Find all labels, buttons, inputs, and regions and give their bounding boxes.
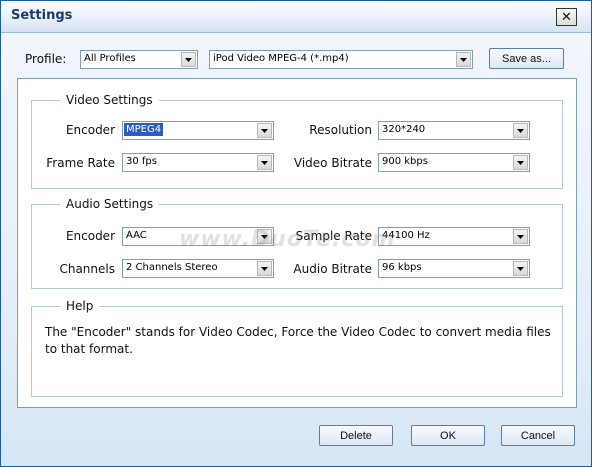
audio-bitrate-label: Audio Bitrate xyxy=(293,262,372,276)
resolution-select[interactable]: 320*240 xyxy=(378,121,530,140)
chevron-down-icon[interactable] xyxy=(456,52,471,67)
audio-encoder-label: Encoder xyxy=(65,229,115,243)
chevron-down-icon[interactable] xyxy=(513,261,528,276)
video-bitrate-label: Video Bitrate xyxy=(293,156,372,170)
chevron-down-icon[interactable] xyxy=(513,123,528,138)
video-settings-legend: Video Settings xyxy=(66,93,153,107)
video-encoder-select[interactable]: MPEG4 xyxy=(122,121,274,140)
help-legend: Help xyxy=(66,299,94,313)
audio-encoder-value: AAC xyxy=(126,230,147,241)
chevron-down-icon[interactable] xyxy=(181,52,196,67)
chevron-down-icon[interactable] xyxy=(257,123,272,138)
delete-button[interactable]: Delete xyxy=(319,425,393,446)
profile-category-select[interactable]: All Profiles xyxy=(80,50,198,69)
video-bitrate-select[interactable]: 900 kbps xyxy=(378,153,530,172)
channels-select[interactable]: 2 Channels Stereo xyxy=(122,259,274,278)
video-bitrate-value: 900 kbps xyxy=(382,156,428,167)
settings-window: Settings ✕ Profile: All Profiles iPod Vi… xyxy=(0,0,592,467)
profile-format-select[interactable]: iPod Video MPEG-4 (*.mp4) xyxy=(209,50,473,69)
chevron-down-icon[interactable] xyxy=(257,155,272,170)
frame-rate-select[interactable]: 30 fps xyxy=(122,153,274,172)
profile-format-value: iPod Video MPEG-4 (*.mp4) xyxy=(213,53,349,64)
resolution-label: Resolution xyxy=(309,123,372,137)
close-icon: ✕ xyxy=(561,9,572,25)
help-text: The "Encoder" stands for Video Codec, Fo… xyxy=(45,325,551,356)
channels-value: 2 Channels Stereo xyxy=(126,262,218,273)
chevron-down-icon[interactable] xyxy=(513,155,528,170)
save-as-button[interactable]: Save as... xyxy=(489,48,564,69)
audio-bitrate-select[interactable]: 96 kbps xyxy=(378,259,530,278)
window-title: Settings xyxy=(11,8,73,23)
profile-category-value: All Profiles xyxy=(84,53,136,64)
resolution-value: 320*240 xyxy=(382,124,426,135)
watermark: www.DuoTe.com xyxy=(179,227,396,252)
frame-rate-value: 30 fps xyxy=(126,156,157,167)
close-button[interactable]: ✕ xyxy=(556,8,577,26)
profile-label: Profile: xyxy=(25,52,67,66)
cancel-button[interactable]: Cancel xyxy=(501,425,575,446)
audio-bitrate-value: 96 kbps xyxy=(382,262,422,273)
chevron-down-icon[interactable] xyxy=(257,261,272,276)
frame-rate-label: Frame Rate xyxy=(46,156,115,170)
channels-label: Channels xyxy=(59,262,115,276)
video-encoder-label: Encoder xyxy=(65,123,115,137)
ok-button[interactable]: OK xyxy=(411,425,485,446)
audio-settings-legend: Audio Settings xyxy=(66,197,154,211)
video-encoder-value: MPEG4 xyxy=(124,123,164,136)
title-bar[interactable]: Settings ✕ xyxy=(1,1,591,33)
sample-rate-select[interactable]: 44100 Hz xyxy=(378,227,530,246)
video-settings-group: Video Settings xyxy=(31,93,563,189)
chevron-down-icon[interactable] xyxy=(513,229,528,244)
